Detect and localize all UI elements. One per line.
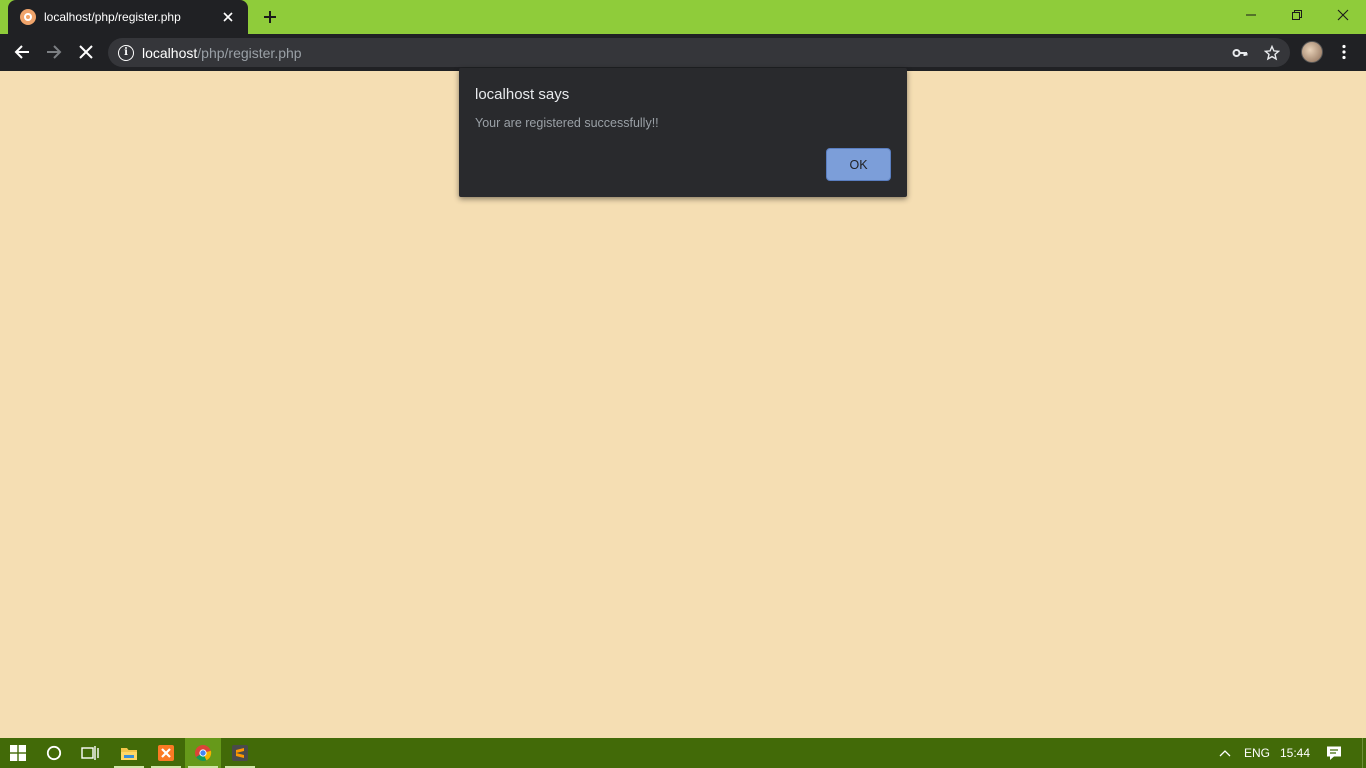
new-tab-button[interactable] <box>258 6 282 28</box>
minimize-button[interactable] <box>1228 0 1274 30</box>
window-close-button[interactable] <box>1320 0 1366 30</box>
arrow-left-icon <box>14 45 29 59</box>
chrome-button[interactable] <box>185 738 221 768</box>
task-view-button[interactable] <box>72 738 108 768</box>
kebab-menu-icon <box>1342 44 1346 60</box>
alert-dialog: localhost says Your are registered succe… <box>459 68 907 197</box>
action-center-button[interactable] <box>1318 738 1350 768</box>
tab-strip: localhost/php/register.php <box>0 0 1366 34</box>
folder-icon <box>121 747 137 760</box>
taskbar: ENG 15:44 <box>0 738 1366 768</box>
star-icon[interactable] <box>1261 42 1283 64</box>
profile-avatar[interactable] <box>1301 41 1323 63</box>
tab-title: localhost/php/register.php <box>44 10 181 24</box>
cortana-icon <box>46 745 62 761</box>
language-indicator[interactable]: ENG <box>1244 738 1270 768</box>
show-desktop-button[interactable] <box>1362 738 1366 768</box>
restore-button[interactable] <box>1274 0 1320 30</box>
chevron-up-icon <box>1219 750 1231 757</box>
file-explorer-button[interactable] <box>111 738 147 768</box>
browser-tab[interactable]: localhost/php/register.php <box>8 0 248 34</box>
sublime-text-icon <box>232 745 248 761</box>
chrome-icon <box>195 745 212 761</box>
stop-icon <box>79 45 93 59</box>
xampp-button[interactable] <box>148 738 184 768</box>
minimize-icon <box>1246 14 1256 16</box>
search-button[interactable] <box>36 738 72 768</box>
back-button[interactable] <box>8 38 36 66</box>
stop-button[interactable] <box>72 38 100 66</box>
ok-button[interactable]: OK <box>826 148 891 181</box>
windows-icon <box>10 745 26 761</box>
forward-button[interactable] <box>40 38 68 66</box>
arrow-right-icon <box>47 45 62 59</box>
notification-icon <box>1327 746 1341 760</box>
key-icon[interactable] <box>1229 42 1251 64</box>
close-icon <box>1337 9 1349 21</box>
clock[interactable]: 15:44 <box>1280 738 1310 768</box>
url-host: localhost <box>142 44 198 61</box>
dialog-title: localhost says <box>475 86 570 103</box>
close-icon[interactable] <box>220 9 236 25</box>
task-view-icon <box>81 746 99 760</box>
plus-icon <box>264 11 276 23</box>
browser-toolbar: i localhost/php/register.php <box>0 34 1366 71</box>
info-icon[interactable]: i <box>118 44 134 61</box>
dialog-message: Your are registered successfully!! <box>475 116 659 130</box>
restore-icon <box>1292 10 1302 20</box>
start-button[interactable] <box>0 738 36 768</box>
address-bar[interactable]: i localhost/php/register.php <box>108 38 1290 67</box>
xampp-icon <box>158 745 174 761</box>
url-text: localhost/php/register.php <box>142 45 302 61</box>
xampp-favicon-icon <box>20 9 36 25</box>
url-path: /php/register.php <box>197 44 302 61</box>
sublime-text-button[interactable] <box>222 738 258 768</box>
browser-menu-button[interactable] <box>1333 41 1355 63</box>
show-hidden-icons-button[interactable] <box>1208 738 1242 768</box>
